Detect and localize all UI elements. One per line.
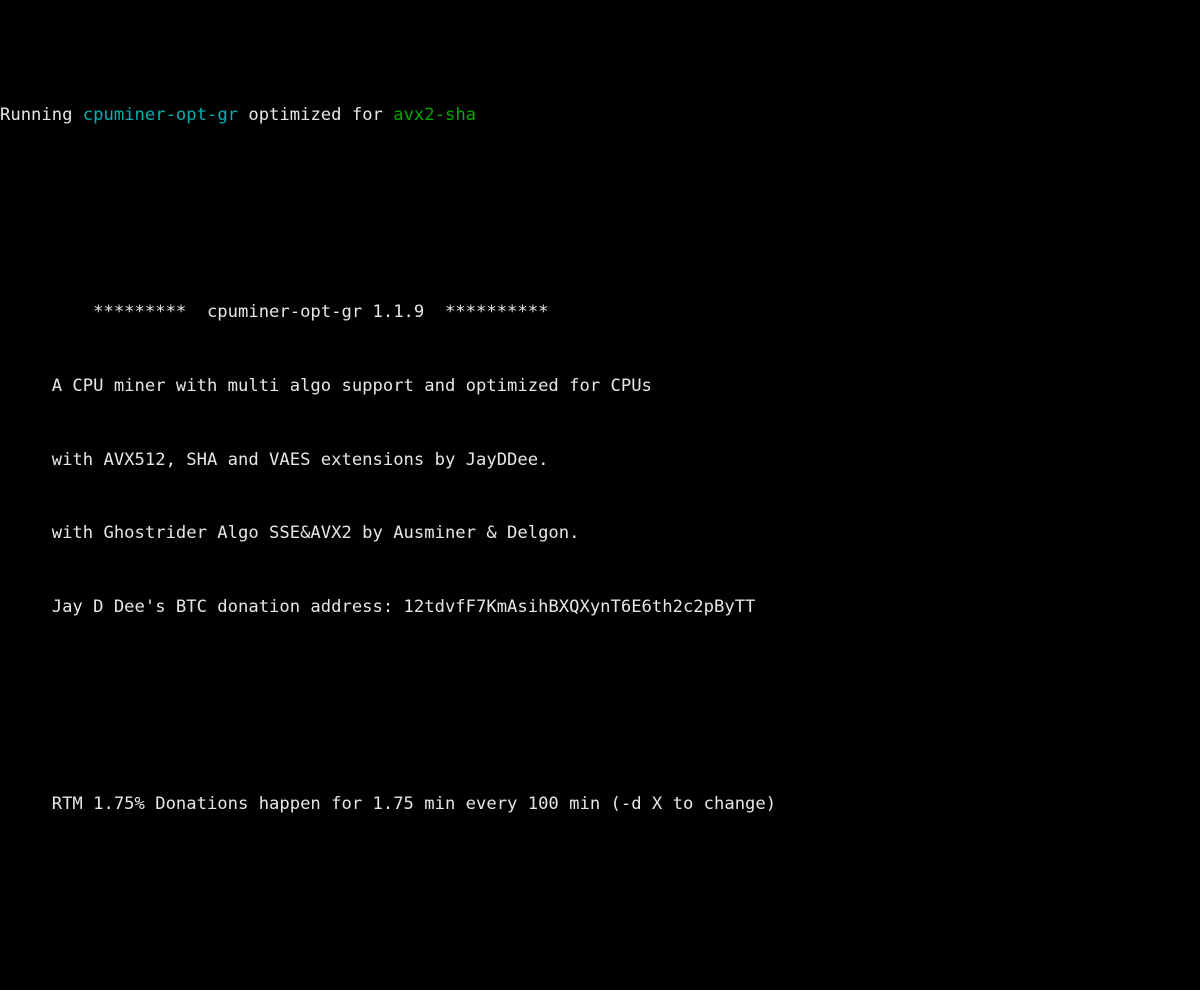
running-middle: optimized for xyxy=(238,105,394,126)
terminal-output[interactable]: Running cpuminer-opt-gr optimized for av… xyxy=(0,0,1200,990)
banner-line: ********* cpuminer-opt-gr 1.1.9 ********… xyxy=(0,302,549,323)
running-prefix: Running xyxy=(0,105,83,126)
description-line-3: with Ghostrider Algo SSE&AVX2 by Ausmine… xyxy=(0,523,580,544)
program-name: cpuminer-opt-gr xyxy=(82,105,239,126)
donation-policy-line: RTM 1.75% Donations happen for 1.75 min … xyxy=(0,794,777,814)
donation-address-line: Jay D Dee's BTC donation address: 12tdvf… xyxy=(0,597,756,618)
optimization-target: avx2-sha xyxy=(393,105,477,126)
running-line: Running cpuminer-opt-gr optimized for av… xyxy=(0,103,1200,128)
description-line-2: with AVX512, SHA and VAES extensions by … xyxy=(0,449,549,470)
description-line-1: A CPU miner with multi algo support and … xyxy=(0,375,652,396)
